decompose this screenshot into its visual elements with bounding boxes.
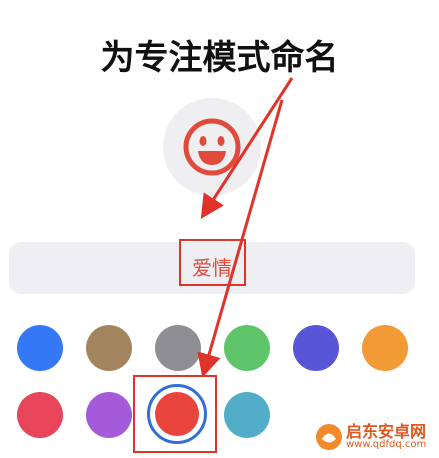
annotation-arrows <box>197 77 294 378</box>
site-watermark: 启东安卓网 www.qdfdq.com <box>312 414 437 456</box>
watermark-logo-icon <box>316 424 342 450</box>
watermark-url: www.qdfdq.com <box>346 439 427 450</box>
